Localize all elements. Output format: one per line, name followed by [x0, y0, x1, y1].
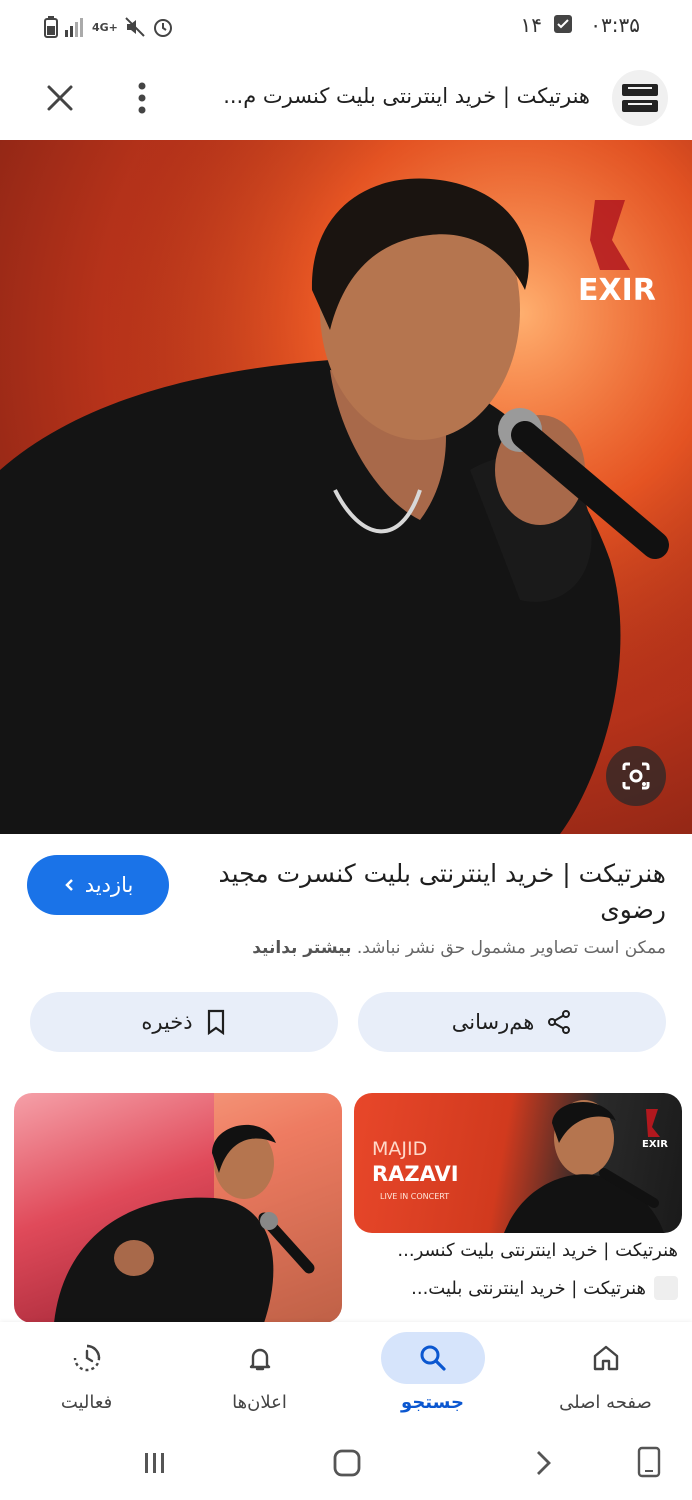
share-label: هم‌رسانی — [451, 1010, 535, 1034]
close-button[interactable] — [40, 78, 80, 118]
back-icon[interactable] — [528, 1448, 558, 1478]
visit-button[interactable]: بازدید — [27, 855, 169, 915]
share-icon — [548, 1010, 571, 1034]
more-vert-icon — [138, 82, 146, 114]
more-options-button[interactable] — [124, 78, 160, 118]
related-source-1[interactable]: هنرتیکت | خرید اینترنتی بلیت... — [356, 1276, 678, 1300]
share-button[interactable]: هم‌رسانی — [358, 992, 666, 1052]
signal-icon — [65, 18, 83, 37]
learn-more-link[interactable]: بیشتر بدانید — [252, 938, 351, 958]
main-image[interactable]: EXIR — [0, 140, 692, 834]
nav-notifications-icon-wrap — [208, 1332, 312, 1384]
related-text-majid: MAJID — [372, 1138, 427, 1160]
related-source-text: هنرتیکت | خرید اینترنتی بلیت... — [411, 1277, 646, 1299]
nav-activity-label: فعالیت — [60, 1392, 113, 1413]
status-bar: 4G+ ۱۴ ۰۳:۳۵ — [0, 0, 692, 56]
nav-activity[interactable]: فعالیت — [0, 1322, 173, 1432]
related-exir: EXIR — [642, 1139, 668, 1150]
nav-search-label: جستجو — [401, 1392, 464, 1413]
chevron-left-icon — [64, 879, 73, 891]
network-type: 4G+ — [92, 20, 118, 34]
related-text-live: LIVE IN CONCERT — [380, 1192, 449, 1201]
save-button[interactable]: ذخیره — [30, 992, 338, 1052]
lens-button[interactable] — [606, 746, 666, 806]
alarm-icon — [153, 19, 172, 37]
related-caption-1[interactable]: هنرتیکت | خرید اینترنتی بلیت کنسر... — [356, 1240, 678, 1261]
close-icon — [47, 85, 73, 111]
search-icon — [420, 1345, 446, 1371]
status-time: ۰۳:۳۵ — [590, 13, 640, 37]
visit-label: بازدید — [84, 873, 134, 897]
screen-rotate-icon[interactable] — [636, 1446, 662, 1478]
nav-home[interactable]: صفحه اصلی — [519, 1322, 692, 1432]
home-icon — [593, 1345, 618, 1371]
recent-apps-icon[interactable] — [140, 1448, 170, 1478]
nav-home-label: صفحه اصلی — [559, 1392, 652, 1413]
mute-icon — [125, 17, 145, 37]
system-navigation-bar — [0, 1432, 692, 1500]
nav-notifications[interactable]: اعلان‌ها — [173, 1322, 346, 1432]
copyright-notice: ممکن است تصاویر مشمول حق نشر نباشد. بیشت… — [26, 938, 666, 958]
source-logo-icon — [654, 1276, 678, 1300]
exir-watermark: EXIR — [578, 273, 656, 308]
page-title[interactable]: هنرتیکت | خرید اینترنتی بلیت کنسرت م... — [190, 84, 590, 108]
related-image-1[interactable]: MAJID RAZAVI LIVE IN CONCERT EXIR — [354, 1093, 682, 1233]
status-date: ۱۴ — [520, 13, 542, 37]
bottom-navigation: صفحه اصلی جستجو اعلان‌ها فعالیت — [0, 1322, 692, 1432]
related-text-razavi: RAZAVI — [372, 1162, 459, 1186]
bookmark-icon — [207, 1009, 224, 1035]
viewer-header: هنرتیکت | خرید اینترنتی بلیت کنسرت م... — [0, 56, 692, 140]
checkbox-notification-icon — [554, 15, 572, 33]
home-button-icon[interactable] — [332, 1448, 362, 1478]
nav-notifications-label: اعلان‌ها — [232, 1392, 287, 1413]
bell-icon — [249, 1348, 270, 1371]
related-image-2[interactable] — [14, 1093, 342, 1323]
copyright-text: ممکن است تصاویر مشمول حق نشر نباشد. — [356, 938, 666, 958]
result-title: هنرتیکت | خرید اینترنتی بلیت کنسرت مجید … — [218, 859, 666, 924]
activity-icon — [73, 1344, 100, 1372]
nav-activity-icon-wrap — [35, 1332, 139, 1384]
nav-search[interactable]: جستجو — [346, 1322, 519, 1432]
nav-home-icon-wrap — [554, 1332, 658, 1384]
battery-saver-icon — [44, 16, 58, 38]
status-icons: 4G+ — [44, 14, 174, 40]
lens-icon — [622, 762, 650, 790]
save-label: ذخیره — [141, 1010, 193, 1034]
nav-search-icon-wrap — [380, 1332, 485, 1384]
site-logo — [612, 70, 668, 126]
